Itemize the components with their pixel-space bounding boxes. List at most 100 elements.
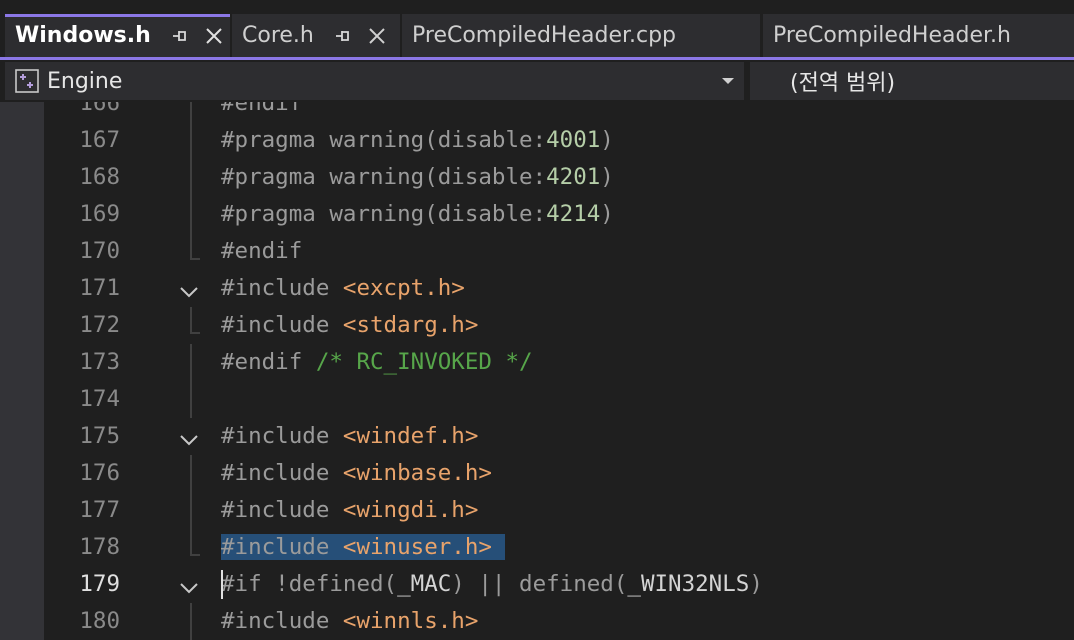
code-token: <wingdi.h> (342, 497, 479, 523)
fold-guide-end (190, 554, 200, 556)
line-number: 166 (79, 102, 120, 116)
navigation-bar: Engine (전역 범위) (0, 60, 1074, 102)
chevron-down-icon[interactable] (178, 426, 200, 448)
code-line[interactable]: 173 #endif /* RC_INVOKED */ (0, 344, 1074, 381)
code-text: #endif (221, 233, 302, 270)
code-token: #include (221, 275, 343, 301)
code-text: #pragma warning(disable:4001) (221, 122, 614, 159)
tab-label: PreCompiledHeader.cpp (412, 23, 677, 48)
code-line[interactable]: 172 #include <stdarg.h> (0, 307, 1074, 344)
code-token: 4214 (546, 201, 601, 227)
code-token: #endif (221, 102, 303, 116)
code-line[interactable]: 176 #include <winbase.h> (0, 455, 1074, 492)
code-line[interactable]: 171 #include <excpt.h> (0, 270, 1074, 307)
line-number: 172 (79, 312, 120, 338)
scope-dropdown[interactable]: (전역 범위) (750, 62, 1074, 100)
code-line[interactable]: 174 (0, 381, 1074, 418)
code-line[interactable]: 180 #include <winnls.h> (0, 603, 1074, 640)
code-text: #include <stdarg.h> (221, 307, 478, 344)
fold-guide (190, 455, 192, 492)
code-text: #endif /* RC_INVOKED */ (221, 344, 533, 381)
tab-label: PreCompiledHeader.h (773, 23, 1011, 48)
code-line[interactable]: 177 #include <wingdi.h> (0, 492, 1074, 529)
project-dropdown[interactable]: Engine (5, 62, 744, 100)
fold-guide (190, 492, 192, 529)
tab-precompiledheader-h[interactable]: PreCompiledHeader.h (763, 14, 1074, 57)
code-text: #pragma warning(disable:4201) (221, 159, 614, 196)
code-line[interactable]: 168 #pragma warning(disable:4201) (0, 159, 1074, 196)
code-token: #include (221, 608, 343, 634)
code-text: #if !defined(_MAC) || defined(_WIN32NLS) (221, 566, 763, 603)
fold-guide (190, 307, 192, 334)
code-token: <excpt.h> (342, 275, 465, 301)
line-number: 180 (79, 608, 120, 634)
code-line[interactable]: 170 #endif (0, 233, 1074, 270)
tab-windows-h[interactable]: Windows.h (5, 14, 230, 57)
tab-label: Windows.h (15, 23, 151, 48)
fold-guide-end (190, 258, 200, 260)
code-token: <windef.h> (342, 423, 479, 449)
code-text: #include <winbase.h> (221, 455, 492, 492)
code-text: #include <windef.h> (221, 418, 478, 455)
code-token: #pragma warning(disable: (221, 201, 547, 227)
fold-guide (190, 603, 192, 640)
code-line[interactable]: 166 #endif (0, 102, 1074, 122)
code-line[interactable]: 169 #pragma warning(disable:4214) (0, 196, 1074, 233)
code-token: ) (600, 164, 614, 190)
code-text: #endif (221, 102, 302, 122)
tab-core-h[interactable]: Core.h (232, 14, 400, 57)
code-token: _WIN32NLS (627, 571, 750, 597)
pin-icon[interactable] (165, 21, 195, 51)
project-icon (13, 67, 41, 95)
fold-guide (190, 102, 192, 122)
code-token: ) (600, 127, 614, 153)
scope-label: (전역 범위) (790, 71, 896, 96)
line-number: 171 (79, 275, 120, 301)
line-number: 178 (79, 534, 120, 560)
code-token: #include (221, 534, 343, 560)
line-number: 169 (79, 201, 120, 227)
code-line[interactable]: 175 #include <windef.h> (0, 418, 1074, 455)
close-icon[interactable] (199, 21, 229, 51)
fold-guide (190, 233, 192, 260)
code-token: #include (221, 497, 343, 523)
line-number: 167 (79, 127, 120, 153)
text-caret (221, 570, 223, 599)
code-token: 4001 (546, 127, 601, 153)
close-icon[interactable] (362, 21, 392, 51)
chevron-down-icon[interactable] (716, 68, 740, 94)
editor-window: Windows.h Core.h PreCompiledHeader.cpp P… (0, 0, 1074, 640)
code-token: /* RC_INVOKED */ (315, 349, 533, 375)
fold-guide (190, 196, 192, 233)
line-number: 173 (79, 349, 120, 375)
fold-guide-end (190, 332, 200, 334)
chevron-down-icon[interactable] (178, 278, 200, 300)
code-token: ) (749, 571, 763, 597)
line-number: 179 (79, 571, 120, 597)
line-number: 175 (79, 423, 120, 449)
code-line[interactable]: 167 #pragma warning(disable:4001) (0, 122, 1074, 159)
fold-guide (190, 529, 192, 556)
line-number: 176 (79, 460, 120, 486)
fold-guide (190, 344, 192, 381)
code-token: #pragma warning(disable: (221, 164, 547, 190)
line-number: 177 (79, 497, 120, 523)
code-token: #pragma warning(disable: (221, 127, 547, 153)
pin-icon[interactable] (328, 21, 358, 51)
code-line[interactable]: 178 #include <winuser.h> (0, 529, 1074, 566)
code-text: #include <excpt.h> (221, 270, 465, 307)
chevron-down-icon[interactable] (178, 574, 200, 596)
code-editor[interactable]: 166 #endif 167 #pragma warning(disable:4001… (0, 102, 1074, 640)
code-token: <stdarg.h> (342, 312, 479, 338)
code-token: #include (221, 460, 343, 486)
code-line[interactable]: 179 #if !defined(_MAC) || defined(_WIN32N… (0, 566, 1074, 603)
code-token: #if !defined( (221, 571, 398, 597)
project-label: Engine (47, 68, 123, 94)
code-text: #include <winuser.h> (221, 529, 506, 566)
code-token: ) (600, 201, 614, 227)
fold-guide (190, 159, 192, 196)
tab-precompiledheader-cpp[interactable]: PreCompiledHeader.cpp (402, 14, 760, 57)
code-token: #include (221, 423, 343, 449)
code-token: 4201 (546, 164, 601, 190)
fold-guide (190, 122, 192, 159)
